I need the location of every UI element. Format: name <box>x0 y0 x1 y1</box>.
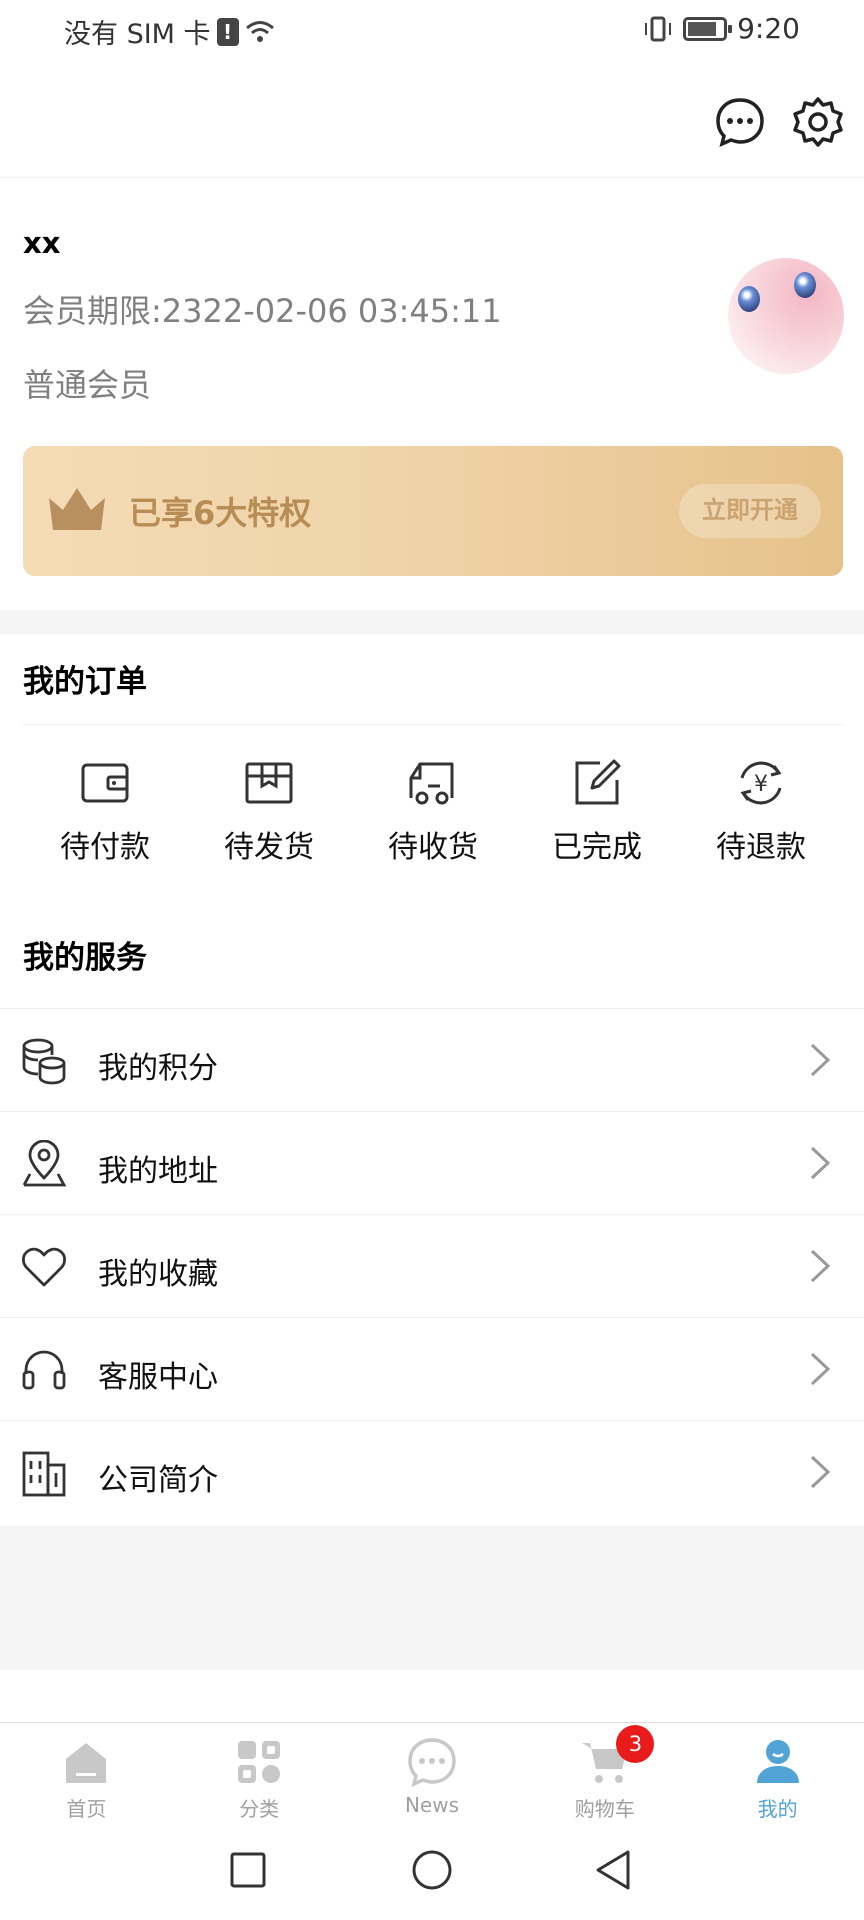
order-label: 待收货 <box>388 830 478 865</box>
service-company[interactable]: 公司简介 <box>0 1420 864 1523</box>
gear-icon[interactable] <box>792 96 844 148</box>
vip-privilege-text: 已享6大特权 <box>129 494 312 532</box>
category-grid-icon <box>238 1741 281 1783</box>
recent-apps-icon[interactable] <box>224 1846 272 1894</box>
avatar-eye-left <box>738 286 760 312</box>
status-left: 没有 SIM 卡 ! <box>64 12 275 51</box>
service-favorites[interactable]: 我的收藏 <box>0 1214 864 1317</box>
section-separator <box>0 610 864 634</box>
chevron-right-icon <box>810 1455 831 1489</box>
box-icon <box>245 762 293 804</box>
profile-section: xx 会员期限:2322-02-06 03:45:11 普通会员 已享6大特权 … <box>0 178 864 610</box>
activate-vip-button[interactable]: 立即开通 <box>679 484 821 538</box>
order-label: 待付款 <box>60 830 150 865</box>
wifi-icon <box>245 20 274 42</box>
chevron-right-icon <box>810 1146 831 1180</box>
nav-category[interactable]: 分类 <box>173 1723 346 1832</box>
refund-yen-icon: ¥ <box>740 761 782 805</box>
sim-warning-icon: ! <box>216 17 239 46</box>
building-icon <box>22 1451 66 1497</box>
divider <box>23 724 843 725</box>
status-right: 9:20 <box>643 12 800 45</box>
battery-icon <box>683 16 733 41</box>
membership-level: 普通会员 <box>23 366 152 404</box>
headset-icon <box>22 1350 66 1390</box>
user-icon <box>756 1740 799 1783</box>
order-label: 待退款 <box>716 830 806 865</box>
order-pending-refund[interactable]: ¥ 待退款 <box>679 744 843 874</box>
coins-icon <box>22 1038 66 1085</box>
services-title: 我的服务 <box>23 940 147 976</box>
nav-mine[interactable]: 我的 <box>691 1723 864 1832</box>
bottom-nav: 首页 分类 News 3 购物车 我的 <box>0 1722 864 1832</box>
avatar[interactable] <box>728 258 844 374</box>
nav-home[interactable]: 首页 <box>0 1723 173 1832</box>
service-label: 我的地址 <box>98 1154 218 1189</box>
message-icon[interactable] <box>714 96 766 148</box>
home-icon <box>66 1743 107 1783</box>
nav-label: 分类 <box>239 1797 280 1821</box>
service-list: 我的积分 我的地址 我的收藏 客服中心 公司简介 <box>0 1008 864 1523</box>
cart-badge: 3 <box>616 1725 655 1763</box>
nav-label: 购物车 <box>574 1797 635 1821</box>
order-label: 待发货 <box>224 830 314 865</box>
service-label: 我的积分 <box>98 1051 218 1086</box>
wallet-icon <box>81 763 129 803</box>
top-action-bar <box>0 60 864 178</box>
status-bar: 没有 SIM 卡 ! 9:20 <box>0 0 864 60</box>
edit-check-icon <box>575 759 621 805</box>
nav-news[interactable]: News <box>346 1723 519 1832</box>
membership-expiry: 会员期限:2322-02-06 03:45:11 <box>23 292 502 330</box>
order-completed[interactable]: 已完成 <box>515 744 679 874</box>
carrier-text: 没有 SIM 卡 <box>64 19 211 50</box>
service-label: 客服中心 <box>98 1360 218 1395</box>
avatar-eye-right <box>794 272 816 298</box>
home-circle-icon[interactable] <box>408 1846 456 1894</box>
service-address[interactable]: 我的地址 <box>0 1111 864 1214</box>
nav-label: 首页 <box>66 1797 107 1821</box>
status-time: 9:20 <box>737 12 800 45</box>
service-label: 公司简介 <box>98 1463 218 1498</box>
system-nav-bar <box>0 1832 864 1920</box>
truck-icon <box>409 762 454 805</box>
heart-icon <box>21 1247 67 1287</box>
orders-title: 我的订单 <box>23 664 147 700</box>
empty-gray-area <box>0 1526 864 1670</box>
order-pending-payment[interactable]: 待付款 <box>23 744 187 874</box>
location-pin-icon <box>22 1140 67 1187</box>
username: xx <box>23 226 61 260</box>
service-support[interactable]: 客服中心 <box>0 1317 864 1420</box>
chevron-right-icon <box>810 1249 831 1283</box>
order-pending-receipt[interactable]: 待收货 <box>351 744 515 874</box>
nav-cart[interactable]: 3 购物车 <box>518 1723 691 1832</box>
back-triangle-icon[interactable] <box>590 1846 638 1894</box>
nav-label: News <box>404 1793 460 1817</box>
crown-icon <box>49 488 105 530</box>
service-label: 我的收藏 <box>98 1257 218 1292</box>
service-points[interactable]: 我的积分 <box>0 1008 864 1111</box>
chevron-right-icon <box>810 1043 831 1077</box>
chat-bubble-icon <box>408 1738 456 1787</box>
vip-card[interactable]: 已享6大特权 立即开通 <box>23 446 843 576</box>
nav-label: 我的 <box>757 1797 798 1821</box>
svg-text:¥: ¥ <box>754 772 768 797</box>
chevron-right-icon <box>810 1352 831 1386</box>
order-pending-shipment[interactable]: 待发货 <box>187 744 351 874</box>
vibrate-icon <box>645 16 672 41</box>
orders-row: 待付款 待发货 待收货 已完成 ¥ 待退款 <box>23 744 843 874</box>
order-label: 已完成 <box>552 830 642 865</box>
